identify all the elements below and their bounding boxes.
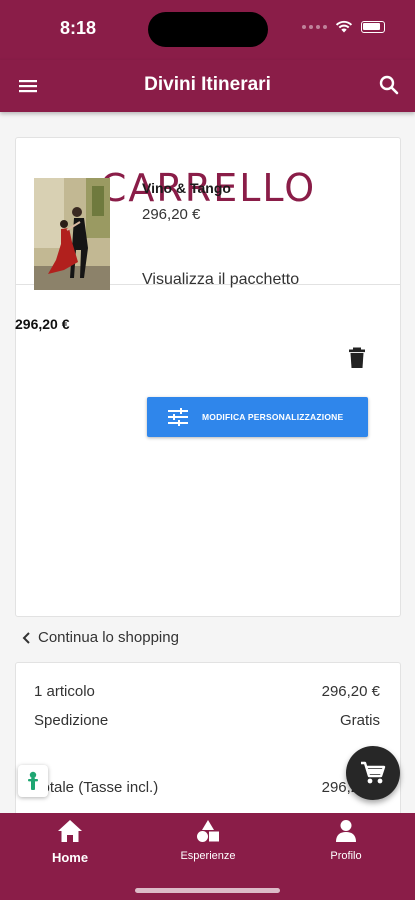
summary-total-row: Totale (Tasse incl.) 296,20 €: [34, 779, 380, 796]
signal-icon: [302, 24, 327, 29]
cart-icon: [361, 761, 386, 784]
wifi-icon: [335, 20, 353, 33]
view-package-link[interactable]: Visualizza il pacchetto: [142, 271, 299, 289]
status-bar: 8:18: [0, 0, 415, 60]
nav-home-label: Home: [51, 850, 89, 865]
battery-icon: [361, 20, 385, 33]
summary-items-value: 296,20 €: [321, 683, 380, 700]
accessibility-icon: [28, 771, 38, 790]
nav-profilo[interactable]: Profilo: [296, 819, 396, 862]
chevron-left-icon: [22, 631, 30, 644]
product-name[interactable]: Vino & Tango: [142, 180, 231, 196]
line-total: 296,20 €: [15, 316, 70, 332]
summary-items-row: 1 articolo 296,20 €: [34, 683, 380, 700]
home-indicator: [135, 888, 280, 893]
continue-shopping-label: Continua lo shopping: [38, 629, 179, 646]
summary-card: 1 articolo 296,20 € Spedizione Gratis To…: [15, 662, 401, 822]
trash-icon[interactable]: [348, 347, 366, 369]
summary-shipping-label: Spedizione: [34, 712, 109, 729]
product-price: 296,20 €: [142, 206, 201, 223]
nav-profilo-label: Profilo: [330, 850, 362, 862]
nav-esperienze-label: Esperienze: [180, 850, 236, 862]
search-icon[interactable]: [377, 73, 401, 97]
summary-shipping-value: Gratis: [339, 712, 380, 729]
status-icons: [302, 20, 385, 33]
summary-total-label: Totale (Tasse incl.): [34, 779, 159, 796]
nav-home[interactable]: Home: [20, 819, 120, 865]
summary-shipping-row: Spedizione Gratis: [34, 712, 380, 729]
customize-button[interactable]: MODIFICA PERSONALIZZAZIONE: [147, 397, 368, 437]
dynamic-island: [148, 12, 268, 47]
accessibility-button[interactable]: [18, 765, 48, 797]
nav-esperienze[interactable]: Esperienze: [158, 819, 258, 862]
bottom-nav: Home Esperienze Profilo: [0, 813, 415, 900]
cart-fab[interactable]: [346, 746, 400, 800]
product-image[interactable]: [34, 178, 110, 290]
continue-shopping-link[interactable]: Continua lo shopping: [20, 629, 179, 646]
summary-items-label: 1 articolo: [34, 683, 95, 700]
shapes-icon: [197, 820, 219, 842]
customize-button-label: MODIFICA PERSONALIZZAZIONE: [202, 412, 344, 422]
tune-icon: [168, 408, 188, 426]
app-title: Divini Itinerari: [144, 74, 271, 95]
app-bar: Divini Itinerari: [0, 60, 415, 112]
status-time: 8:18: [60, 18, 97, 38]
person-icon: [336, 820, 356, 842]
home-icon: [58, 820, 82, 842]
